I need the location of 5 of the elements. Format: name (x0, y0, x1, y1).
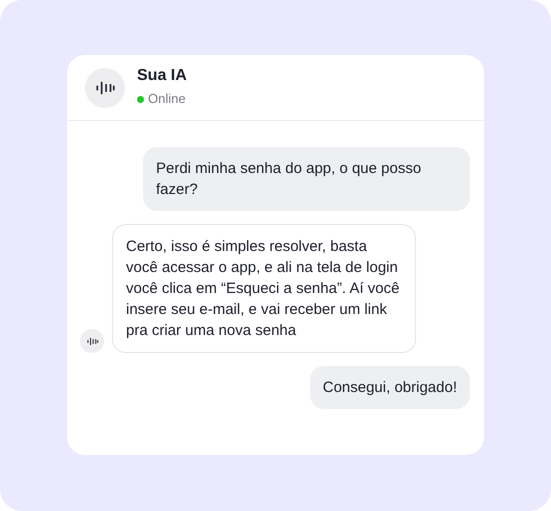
contact-name: Sua IA (137, 66, 187, 86)
status-text: Online (148, 90, 186, 108)
assistant-message: Certo, isso é simples resolver, basta você acessar o app, e ali na tela de login você clica em “Esqueci a senha”. Aí você insere seu e-mail, e vai receber um link pra criar uma nova senha (112, 224, 416, 353)
user-message: Perdi minha senha do app, o que posso fazer? (143, 147, 470, 211)
user-message: Consegui, obrigado! (310, 366, 470, 409)
